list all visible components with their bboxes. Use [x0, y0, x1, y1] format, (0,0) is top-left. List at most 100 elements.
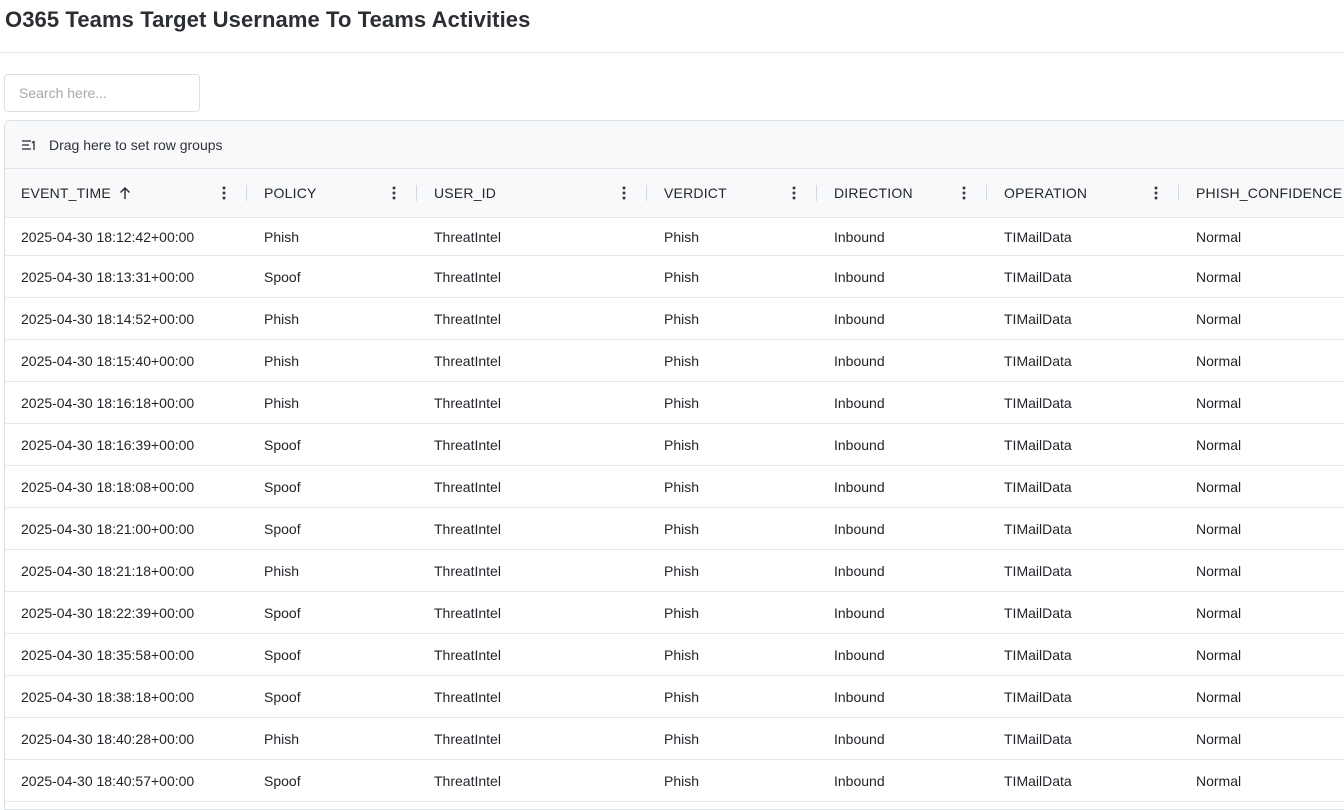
cell-policy[interactable]: Spoof [264, 466, 301, 507]
cell-phish-confidence[interactable]: Normal [1196, 760, 1241, 801]
cell-phish-confidence[interactable]: Normal [1196, 424, 1241, 465]
table-row[interactable]: 2025-04-30 18:21:00+00:00 Spoof ThreatInte… [5, 508, 1344, 550]
cell-operation[interactable]: TIMailData [1004, 550, 1072, 591]
cell-verdict[interactable]: Phish [664, 340, 699, 381]
cell-phish-confidence[interactable]: Normal [1196, 298, 1241, 339]
cell-policy[interactable]: Spoof [264, 508, 301, 549]
column-resize-handle[interactable] [646, 185, 647, 201]
cell-event-time[interactable]: 2025-04-30 18:22:39+00:00 [21, 592, 194, 633]
cell-event-time[interactable]: 2025-04-30 18:15:40+00:00 [21, 340, 194, 381]
cell-verdict[interactable]: Phish [664, 466, 699, 507]
table-row[interactable]: 2025-04-30 18:18:08+00:00 Spoof ThreatInte… [5, 466, 1344, 508]
column-header-user-id[interactable]: USER_ID [434, 169, 496, 217]
cell-user-id[interactable]: ThreatIntel [434, 676, 501, 717]
cell-phish-confidence[interactable]: Normal [1196, 508, 1241, 549]
cell-user-id[interactable]: ThreatIntel [434, 760, 501, 801]
cell-direction[interactable]: Inbound [834, 760, 885, 801]
cell-direction[interactable]: Inbound [834, 298, 885, 339]
search-input[interactable] [4, 74, 200, 112]
cell-user-id[interactable]: ThreatIntel [434, 256, 501, 297]
cell-user-id[interactable]: ThreatIntel [434, 592, 501, 633]
column-header-phish-confidence[interactable]: PHISH_CONFIDENCE [1196, 169, 1342, 217]
cell-verdict[interactable]: Phish [664, 592, 699, 633]
cell-event-time[interactable]: 2025-04-30 18:16:18+00:00 [21, 382, 194, 423]
cell-event-time[interactable]: 2025-04-30 18:13:31+00:00 [21, 256, 194, 297]
cell-policy[interactable]: Spoof [264, 256, 301, 297]
cell-user-id[interactable]: ThreatIntel [434, 382, 501, 423]
cell-policy[interactable]: Phish [264, 382, 299, 423]
column-resize-handle[interactable] [1178, 185, 1179, 201]
cell-direction[interactable]: Inbound [834, 718, 885, 759]
table-row[interactable]: 2025-04-30 18:14:52+00:00 Phish ThreatInte… [5, 298, 1344, 340]
cell-direction[interactable]: Inbound [834, 218, 885, 255]
cell-verdict[interactable]: Phish [664, 760, 699, 801]
cell-event-time[interactable]: 2025-04-30 18:21:18+00:00 [21, 550, 194, 591]
cell-direction[interactable]: Inbound [834, 256, 885, 297]
column-menu-icon[interactable] [962, 185, 966, 201]
cell-phish-confidence[interactable]: Normal [1196, 256, 1241, 297]
cell-verdict[interactable]: Phish [664, 382, 699, 423]
cell-event-time[interactable]: 2025-04-30 18:38:18+00:00 [21, 676, 194, 717]
cell-verdict[interactable]: Phish [664, 424, 699, 465]
table-row[interactable]: 2025-04-30 18:35:58+00:00 Spoof ThreatInte… [5, 634, 1344, 676]
cell-operation[interactable]: TIMailData [1004, 718, 1072, 759]
cell-verdict[interactable]: Phish [664, 634, 699, 675]
cell-policy[interactable]: Spoof [264, 760, 301, 801]
cell-event-time[interactable]: 2025-04-30 18:16:39+00:00 [21, 424, 194, 465]
cell-operation[interactable]: TIMailData [1004, 634, 1072, 675]
cell-operation[interactable]: TIMailData [1004, 218, 1072, 255]
cell-user-id[interactable]: ThreatIntel [434, 340, 501, 381]
cell-verdict[interactable]: Phish [664, 218, 699, 255]
cell-user-id[interactable]: ThreatIntel [434, 466, 501, 507]
column-resize-handle[interactable] [246, 185, 247, 201]
column-menu-icon[interactable] [792, 185, 796, 201]
cell-user-id[interactable]: ThreatIntel [434, 550, 501, 591]
cell-verdict[interactable]: Phish [664, 550, 699, 591]
cell-event-time[interactable]: 2025-04-30 18:40:57+00:00 [21, 760, 194, 801]
column-menu-icon[interactable] [1154, 185, 1158, 201]
cell-direction[interactable]: Inbound [834, 592, 885, 633]
cell-event-time[interactable]: 2025-04-30 18:12:42+00:00 [21, 218, 194, 255]
cell-user-id[interactable]: ThreatIntel [434, 218, 501, 255]
cell-direction[interactable]: Inbound [834, 340, 885, 381]
cell-operation[interactable]: TIMailData [1004, 424, 1072, 465]
cell-direction[interactable]: Inbound [834, 508, 885, 549]
cell-operation[interactable]: TIMailData [1004, 340, 1072, 381]
cell-phish-confidence[interactable]: Normal [1196, 340, 1241, 381]
table-row[interactable]: 2025-04-30 18:22:39+00:00 Spoof ThreatInte… [5, 592, 1344, 634]
table-row[interactable]: 2025-04-30 18:15:40+00:00 Phish ThreatInte… [5, 340, 1344, 382]
cell-user-id[interactable]: ThreatIntel [434, 298, 501, 339]
cell-user-id[interactable]: ThreatIntel [434, 634, 501, 675]
cell-event-time[interactable]: 2025-04-30 18:14:52+00:00 [21, 298, 194, 339]
cell-policy[interactable]: Phish [264, 340, 299, 381]
cell-phish-confidence[interactable]: Normal [1196, 634, 1241, 675]
row-group-panel[interactable]: Drag here to set row groups [5, 121, 1344, 169]
cell-policy[interactable]: Phish [264, 218, 299, 255]
table-row[interactable]: 2025-04-30 18:21:18+00:00 Phish ThreatInte… [5, 550, 1344, 592]
cell-verdict[interactable]: Phish [664, 298, 699, 339]
table-row[interactable]: 2025-04-30 18:12:42+00:00 Phish ThreatInte… [5, 218, 1344, 256]
cell-operation[interactable]: TIMailData [1004, 298, 1072, 339]
cell-verdict[interactable]: Phish [664, 508, 699, 549]
cell-direction[interactable]: Inbound [834, 634, 885, 675]
column-menu-icon[interactable] [222, 185, 226, 201]
cell-operation[interactable]: TIMailData [1004, 760, 1072, 801]
cell-policy[interactable]: Phish [264, 298, 299, 339]
cell-direction[interactable]: Inbound [834, 424, 885, 465]
column-header-direction[interactable]: DIRECTION [834, 169, 913, 217]
cell-phish-confidence[interactable]: Normal [1196, 466, 1241, 507]
cell-policy[interactable]: Spoof [264, 592, 301, 633]
cell-policy[interactable]: Phish [264, 550, 299, 591]
sort-ascending-icon[interactable] [119, 186, 131, 200]
cell-phish-confidence[interactable]: Normal [1196, 218, 1241, 255]
cell-event-time[interactable]: 2025-04-30 18:21:00+00:00 [21, 508, 194, 549]
cell-phish-confidence[interactable]: Normal [1196, 382, 1241, 423]
cell-phish-confidence[interactable]: Normal [1196, 592, 1241, 633]
cell-event-time[interactable]: 2025-04-30 18:18:08+00:00 [21, 466, 194, 507]
cell-verdict[interactable]: Phish [664, 676, 699, 717]
cell-policy[interactable]: Spoof [264, 676, 301, 717]
table-row[interactable]: 2025-04-30 18:13:31+00:00 Spoof ThreatInte… [5, 256, 1344, 298]
cell-user-id[interactable]: ThreatIntel [434, 424, 501, 465]
column-menu-icon[interactable] [622, 185, 626, 201]
column-resize-handle[interactable] [816, 185, 817, 201]
